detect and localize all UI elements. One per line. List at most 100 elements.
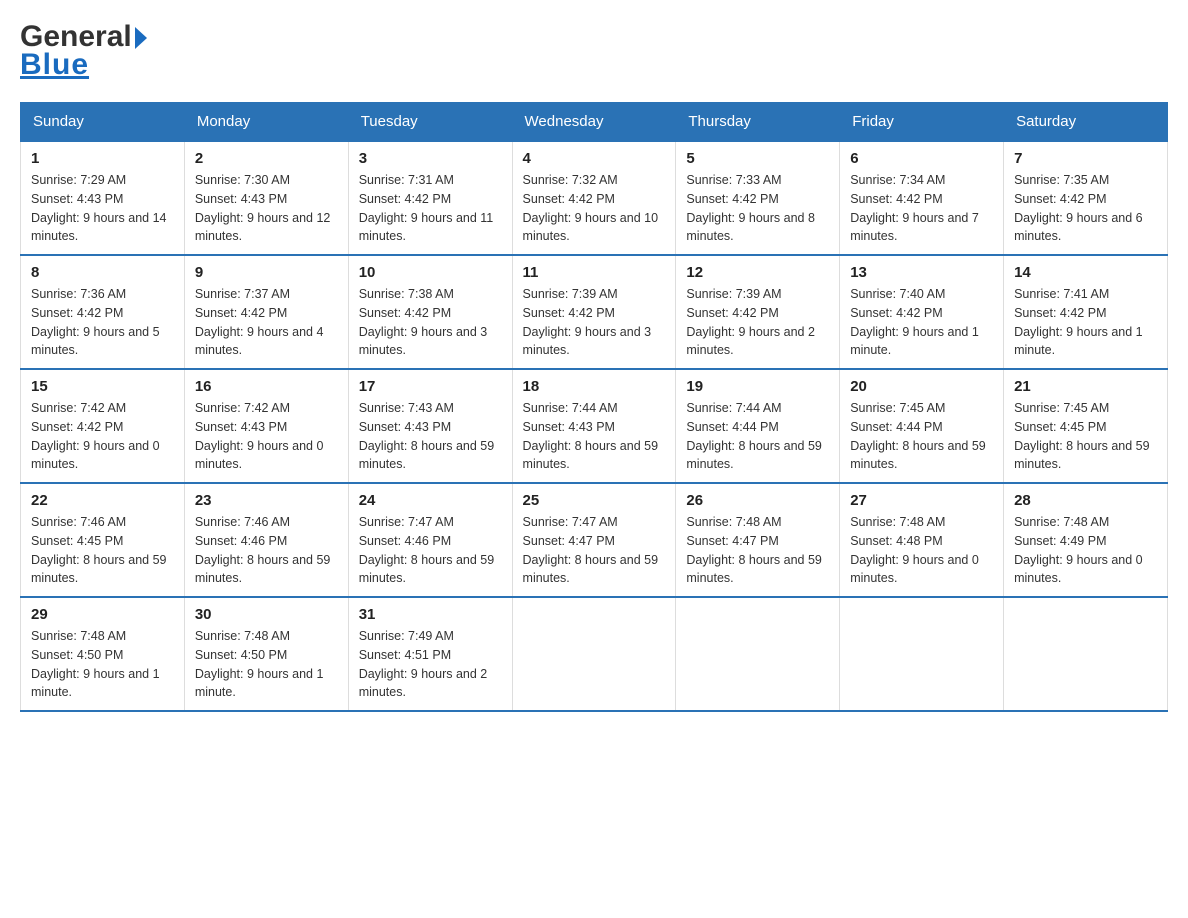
calendar-table: SundayMondayTuesdayWednesdayThursdayFrid…: [20, 102, 1168, 712]
calendar-cell: 4 Sunrise: 7:32 AM Sunset: 4:42 PM Dayli…: [512, 141, 676, 255]
calendar-cell: 7 Sunrise: 7:35 AM Sunset: 4:42 PM Dayli…: [1004, 141, 1168, 255]
day-info: Sunrise: 7:34 AM Sunset: 4:42 PM Dayligh…: [850, 171, 993, 246]
day-number: 22: [31, 492, 174, 509]
calendar-cell: 20 Sunrise: 7:45 AM Sunset: 4:44 PM Dayl…: [840, 369, 1004, 483]
day-info: Sunrise: 7:46 AM Sunset: 4:46 PM Dayligh…: [195, 513, 338, 588]
calendar-cell: 9 Sunrise: 7:37 AM Sunset: 4:42 PM Dayli…: [184, 255, 348, 369]
day-info: Sunrise: 7:48 AM Sunset: 4:47 PM Dayligh…: [686, 513, 829, 588]
calendar-cell: 19 Sunrise: 7:44 AM Sunset: 4:44 PM Dayl…: [676, 369, 840, 483]
header-friday: Friday: [840, 103, 1004, 142]
day-number: 25: [523, 492, 666, 509]
calendar-cell: [676, 597, 840, 711]
day-info: Sunrise: 7:48 AM Sunset: 4:50 PM Dayligh…: [31, 627, 174, 702]
calendar-cell: 29 Sunrise: 7:48 AM Sunset: 4:50 PM Dayl…: [21, 597, 185, 711]
day-info: Sunrise: 7:41 AM Sunset: 4:42 PM Dayligh…: [1014, 285, 1157, 360]
calendar-cell: 1 Sunrise: 7:29 AM Sunset: 4:43 PM Dayli…: [21, 141, 185, 255]
day-number: 28: [1014, 492, 1157, 509]
week-row-5: 29 Sunrise: 7:48 AM Sunset: 4:50 PM Dayl…: [21, 597, 1168, 711]
calendar-cell: 3 Sunrise: 7:31 AM Sunset: 4:42 PM Dayli…: [348, 141, 512, 255]
calendar-cell: [840, 597, 1004, 711]
day-info: Sunrise: 7:48 AM Sunset: 4:49 PM Dayligh…: [1014, 513, 1157, 588]
day-number: 30: [195, 606, 338, 623]
day-info: Sunrise: 7:46 AM Sunset: 4:45 PM Dayligh…: [31, 513, 174, 588]
header-wednesday: Wednesday: [512, 103, 676, 142]
day-info: Sunrise: 7:38 AM Sunset: 4:42 PM Dayligh…: [359, 285, 502, 360]
day-info: Sunrise: 7:39 AM Sunset: 4:42 PM Dayligh…: [686, 285, 829, 360]
day-info: Sunrise: 7:30 AM Sunset: 4:43 PM Dayligh…: [195, 171, 338, 246]
day-info: Sunrise: 7:47 AM Sunset: 4:47 PM Dayligh…: [523, 513, 666, 588]
calendar-cell: 16 Sunrise: 7:42 AM Sunset: 4:43 PM Dayl…: [184, 369, 348, 483]
day-info: Sunrise: 7:47 AM Sunset: 4:46 PM Dayligh…: [359, 513, 502, 588]
week-row-2: 8 Sunrise: 7:36 AM Sunset: 4:42 PM Dayli…: [21, 255, 1168, 369]
calendar-cell: 8 Sunrise: 7:36 AM Sunset: 4:42 PM Dayli…: [21, 255, 185, 369]
day-number: 9: [195, 264, 338, 281]
day-number: 14: [1014, 264, 1157, 281]
calendar-cell: 25 Sunrise: 7:47 AM Sunset: 4:47 PM Dayl…: [512, 483, 676, 597]
day-number: 18: [523, 378, 666, 395]
calendar-cell: 27 Sunrise: 7:48 AM Sunset: 4:48 PM Dayl…: [840, 483, 1004, 597]
day-number: 27: [850, 492, 993, 509]
calendar-cell: 28 Sunrise: 7:48 AM Sunset: 4:49 PM Dayl…: [1004, 483, 1168, 597]
calendar-cell: 22 Sunrise: 7:46 AM Sunset: 4:45 PM Dayl…: [21, 483, 185, 597]
calendar-header-row: SundayMondayTuesdayWednesdayThursdayFrid…: [21, 103, 1168, 142]
day-number: 29: [31, 606, 174, 623]
day-number: 15: [31, 378, 174, 395]
day-info: Sunrise: 7:29 AM Sunset: 4:43 PM Dayligh…: [31, 171, 174, 246]
day-number: 23: [195, 492, 338, 509]
day-number: 11: [523, 264, 666, 281]
day-info: Sunrise: 7:42 AM Sunset: 4:43 PM Dayligh…: [195, 399, 338, 474]
logo: General Blue: [20, 20, 147, 82]
day-number: 19: [686, 378, 829, 395]
week-row-4: 22 Sunrise: 7:46 AM Sunset: 4:45 PM Dayl…: [21, 483, 1168, 597]
day-number: 3: [359, 150, 502, 167]
day-number: 12: [686, 264, 829, 281]
day-info: Sunrise: 7:32 AM Sunset: 4:42 PM Dayligh…: [523, 171, 666, 246]
header-thursday: Thursday: [676, 103, 840, 142]
day-info: Sunrise: 7:48 AM Sunset: 4:50 PM Dayligh…: [195, 627, 338, 702]
calendar-cell: [1004, 597, 1168, 711]
day-info: Sunrise: 7:33 AM Sunset: 4:42 PM Dayligh…: [686, 171, 829, 246]
calendar-cell: 13 Sunrise: 7:40 AM Sunset: 4:42 PM Dayl…: [840, 255, 1004, 369]
day-number: 26: [686, 492, 829, 509]
day-number: 16: [195, 378, 338, 395]
day-info: Sunrise: 7:39 AM Sunset: 4:42 PM Dayligh…: [523, 285, 666, 360]
day-info: Sunrise: 7:42 AM Sunset: 4:42 PM Dayligh…: [31, 399, 174, 474]
day-number: 20: [850, 378, 993, 395]
calendar-cell: 2 Sunrise: 7:30 AM Sunset: 4:43 PM Dayli…: [184, 141, 348, 255]
page-header: General Blue: [20, 20, 1168, 82]
calendar-cell: 23 Sunrise: 7:46 AM Sunset: 4:46 PM Dayl…: [184, 483, 348, 597]
day-info: Sunrise: 7:44 AM Sunset: 4:43 PM Dayligh…: [523, 399, 666, 474]
day-number: 24: [359, 492, 502, 509]
header-sunday: Sunday: [21, 103, 185, 142]
day-number: 1: [31, 150, 174, 167]
calendar-cell: 24 Sunrise: 7:47 AM Sunset: 4:46 PM Dayl…: [348, 483, 512, 597]
calendar-cell: 15 Sunrise: 7:42 AM Sunset: 4:42 PM Dayl…: [21, 369, 185, 483]
day-info: Sunrise: 7:44 AM Sunset: 4:44 PM Dayligh…: [686, 399, 829, 474]
day-info: Sunrise: 7:40 AM Sunset: 4:42 PM Dayligh…: [850, 285, 993, 360]
logo-blue-line: Blue: [20, 48, 89, 82]
header-monday: Monday: [184, 103, 348, 142]
calendar-cell: 18 Sunrise: 7:44 AM Sunset: 4:43 PM Dayl…: [512, 369, 676, 483]
day-number: 4: [523, 150, 666, 167]
day-number: 7: [1014, 150, 1157, 167]
calendar-cell: 26 Sunrise: 7:48 AM Sunset: 4:47 PM Dayl…: [676, 483, 840, 597]
calendar-cell: 14 Sunrise: 7:41 AM Sunset: 4:42 PM Dayl…: [1004, 255, 1168, 369]
day-number: 6: [850, 150, 993, 167]
calendar-cell: 11 Sunrise: 7:39 AM Sunset: 4:42 PM Dayl…: [512, 255, 676, 369]
day-number: 31: [359, 606, 502, 623]
week-row-1: 1 Sunrise: 7:29 AM Sunset: 4:43 PM Dayli…: [21, 141, 1168, 255]
day-number: 2: [195, 150, 338, 167]
day-number: 21: [1014, 378, 1157, 395]
calendar-cell: 5 Sunrise: 7:33 AM Sunset: 4:42 PM Dayli…: [676, 141, 840, 255]
calendar-cell: 30 Sunrise: 7:48 AM Sunset: 4:50 PM Dayl…: [184, 597, 348, 711]
calendar-cell: 10 Sunrise: 7:38 AM Sunset: 4:42 PM Dayl…: [348, 255, 512, 369]
day-number: 10: [359, 264, 502, 281]
day-number: 8: [31, 264, 174, 281]
day-info: Sunrise: 7:45 AM Sunset: 4:45 PM Dayligh…: [1014, 399, 1157, 474]
day-info: Sunrise: 7:31 AM Sunset: 4:42 PM Dayligh…: [359, 171, 502, 246]
week-row-3: 15 Sunrise: 7:42 AM Sunset: 4:42 PM Dayl…: [21, 369, 1168, 483]
calendar-cell: [512, 597, 676, 711]
day-number: 17: [359, 378, 502, 395]
logo-triangle-icon: [135, 27, 147, 49]
day-info: Sunrise: 7:45 AM Sunset: 4:44 PM Dayligh…: [850, 399, 993, 474]
